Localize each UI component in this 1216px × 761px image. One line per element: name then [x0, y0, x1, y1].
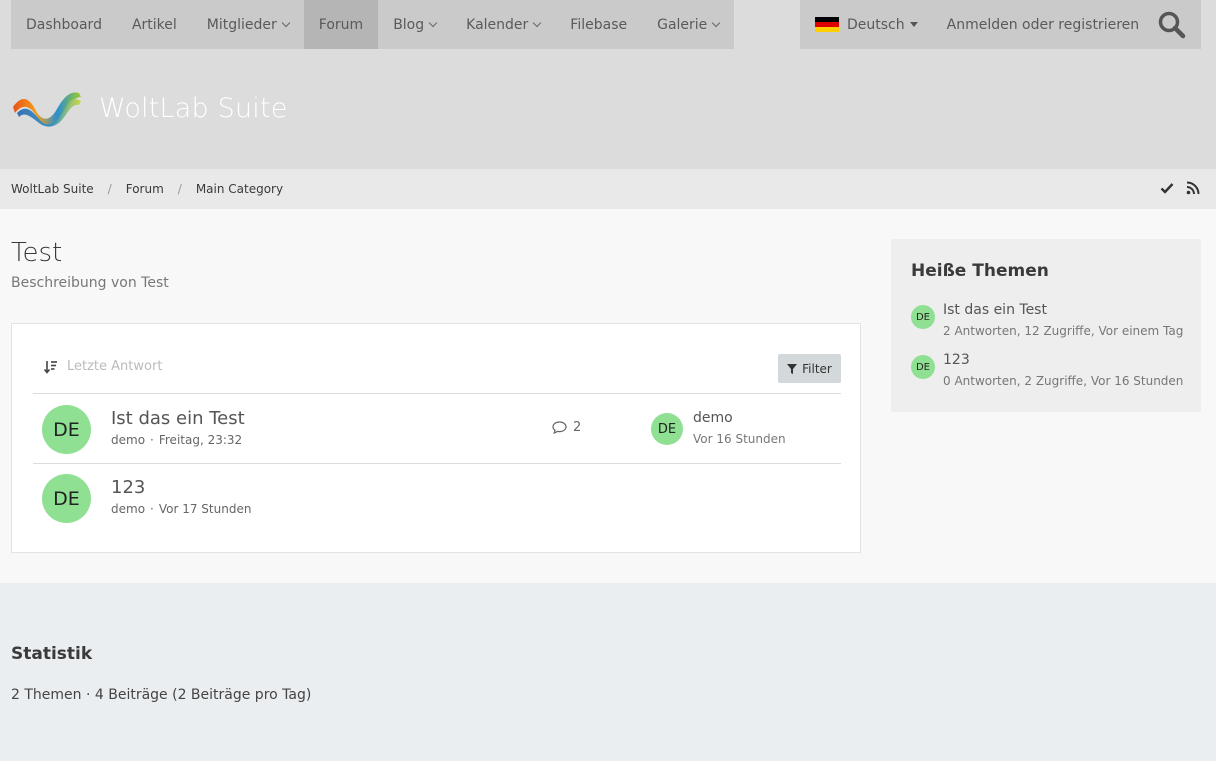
nav-item-dashboard[interactable]: Dashboard — [11, 0, 117, 49]
thread-meta: demo · Freitag, 23:32 — [111, 433, 242, 447]
statistics-title: Statistik — [11, 644, 93, 664]
sort-selector[interactable]: Letzte Antwort — [44, 359, 162, 374]
search-button[interactable] — [1157, 10, 1187, 40]
page-actions — [1160, 181, 1200, 195]
thread-meta: demo · Vor 17 Stunden — [111, 502, 251, 516]
site-logo[interactable]: WoltLab Suite — [11, 87, 288, 129]
thread-time[interactable]: Vor 17 Stunden — [159, 502, 252, 516]
woltlab-logo-icon — [13, 92, 81, 127]
table-row: DE 123 demo · Vor 17 Stunden — [33, 464, 841, 533]
caret-down-icon — [909, 22, 918, 27]
breadcrumb-item[interactable]: WoltLab Suite — [11, 182, 94, 196]
breadcrumb: WoltLab Suite / Forum / Main Category — [0, 169, 1216, 209]
filter-icon — [787, 363, 798, 374]
reply-count: 2 — [552, 420, 581, 435]
hot-topic-link[interactable]: 123 — [943, 352, 970, 368]
separator-dot: · — [150, 502, 154, 516]
hot-topic-link[interactable]: Ist das ein Test — [943, 302, 1047, 318]
avatar[interactable]: DE — [911, 355, 935, 379]
logo-text: WoltLab Suite — [99, 92, 288, 124]
rss-icon[interactable] — [1186, 181, 1200, 195]
thread-author[interactable]: demo — [111, 502, 145, 516]
statistics-text: 2 Themen · 4 Beiträge (2 Beiträge pro Ta… — [11, 687, 312, 703]
chevron-down-icon — [428, 18, 438, 27]
breadcrumb-separator: / — [177, 182, 182, 196]
breadcrumb-item[interactable]: Forum — [126, 182, 164, 196]
breadcrumb-separator: / — [107, 182, 112, 196]
main-content: Test Beschreibung von Test Letzte Antwor… — [0, 209, 1216, 583]
thread-list: Letzte Antwort Filter DE Ist das ein Tes… — [11, 323, 861, 553]
list-item: DE Ist das ein Test 2 Antworten, 12 Zugr… — [911, 302, 1191, 346]
nav-label: Dashboard — [26, 16, 102, 33]
nav-label: Mitglieder — [206, 16, 277, 33]
sort-amount-down-icon — [44, 360, 57, 374]
page-title: Test — [11, 238, 63, 268]
nav-label: Artikel — [131, 16, 177, 33]
nav-label: Galerie — [657, 16, 708, 33]
chevron-down-icon — [533, 18, 542, 27]
hot-topics-box: Heiße Themen DE Ist das ein Test 2 Antwo… — [891, 239, 1201, 412]
language-label: Deutsch — [847, 16, 905, 33]
chevron-down-icon — [712, 18, 721, 27]
breadcrumb-item[interactable]: Main Category — [196, 182, 283, 196]
nav-label: Filebase — [570, 16, 628, 33]
thread-title-link[interactable]: Ist das ein Test — [111, 408, 245, 429]
german-flag-icon — [815, 17, 839, 32]
language-selector[interactable]: Deutsch — [800, 0, 933, 49]
avatar[interactable]: DE — [42, 474, 91, 523]
hot-topic-meta: 0 Antworten, 2 Zugriffe, Vor 16 Stunden — [943, 374, 1184, 388]
thread-author[interactable]: demo — [111, 433, 145, 447]
user-navigation: Deutsch Anmelden oder registrieren — [800, 0, 1201, 49]
filter-label: Filter — [802, 361, 832, 376]
divider — [33, 393, 841, 394]
chevron-down-icon — [281, 18, 291, 27]
comment-icon — [552, 421, 567, 434]
nav-item-forum[interactable]: Forum — [303, 0, 379, 49]
main-navigation: Dashboard Artikel Mitglieder Forum Blog … — [11, 0, 735, 49]
page-header: Dashboard Artikel Mitglieder Forum Blog … — [0, 0, 1216, 169]
separator-dot: · — [150, 433, 154, 447]
nav-item-blog[interactable]: Blog — [378, 0, 451, 49]
nav-item-galerie[interactable]: Galerie — [642, 0, 734, 49]
nav-item-filebase[interactable]: Filebase — [555, 0, 642, 49]
avatar[interactable]: DE — [42, 405, 91, 454]
nav-item-kalender[interactable]: Kalender — [451, 0, 555, 49]
filter-button[interactable]: Filter — [778, 354, 841, 383]
avatar[interactable]: DE — [911, 305, 935, 329]
hot-topics-title: Heiße Themen — [911, 261, 1049, 281]
mark-read-check-icon[interactable] — [1160, 181, 1174, 195]
nav-label: Blog — [393, 16, 425, 33]
nav-item-mitglieder[interactable]: Mitglieder — [192, 0, 304, 49]
list-item: DE 123 0 Antworten, 2 Zugriffe, Vor 16 S… — [911, 352, 1191, 396]
thread-title-link[interactable]: 123 — [111, 477, 145, 498]
sort-label: Letzte Antwort — [67, 359, 163, 374]
page-description: Beschreibung von Test — [11, 275, 169, 291]
reply-count-value: 2 — [573, 420, 582, 435]
nav-label: Kalender — [466, 16, 529, 33]
login-link[interactable]: Anmelden oder registrieren — [933, 17, 1154, 33]
last-poster-name[interactable]: demo — [693, 410, 733, 426]
last-post-time[interactable]: Vor 16 Stunden — [693, 432, 786, 446]
nav-item-artikel[interactable]: Artikel — [117, 0, 192, 49]
search-icon — [1158, 11, 1186, 39]
last-poster-avatar[interactable]: DE — [651, 413, 683, 445]
table-row: DE Ist das ein Test demo · Freitag, 23:32 … — [33, 395, 841, 464]
thread-time[interactable]: Freitag, 23:32 — [159, 433, 242, 447]
nav-label: Forum — [318, 16, 364, 33]
hot-topic-meta: 2 Antworten, 12 Zugriffe, Vor einem Tag — [943, 324, 1184, 338]
